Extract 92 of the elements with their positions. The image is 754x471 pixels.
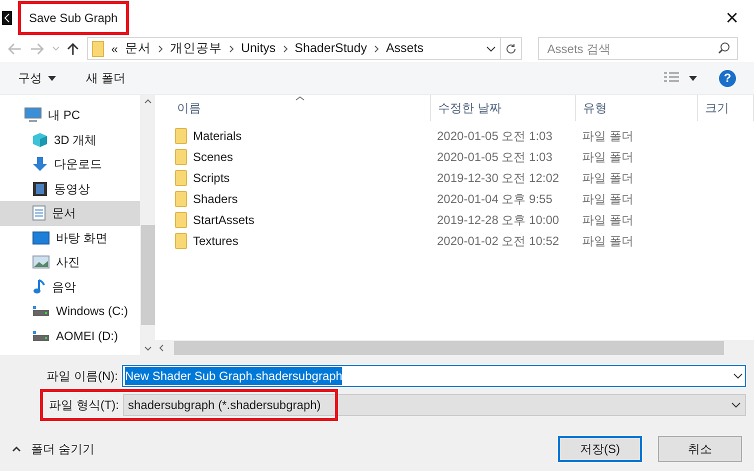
type-cell-text: 파일 폴더 — [581, 148, 634, 166]
file-name[interactable]: Materials — [193, 126, 242, 144]
document-icon — [32, 205, 46, 222]
forward-arrow-icon[interactable] — [30, 42, 44, 54]
folder-icon — [175, 148, 187, 164]
type-cell-text: 파일 폴더 — [581, 128, 634, 144]
sidebar-item[interactable]: 다운로드 — [0, 152, 140, 176]
caret-icon[interactable] — [689, 76, 697, 80]
refresh-icon — [504, 42, 517, 54]
organize-button[interactable]: 구성 — [18, 69, 56, 87]
file-name[interactable]: StartAssets — [193, 210, 254, 228]
sidebar-item[interactable]: 문서 — [0, 201, 140, 226]
chevron-down-icon — [733, 373, 743, 379]
save-button[interactable]: 저장(S) — [558, 436, 642, 462]
sidebar-item[interactable]: 동영상 — [0, 176, 140, 201]
overflow-marker[interactable]: « — [111, 40, 118, 58]
file-type-value[interactable]: shadersubgraph (*.shadersubgraph) — [123, 394, 335, 416]
drive-icon — [32, 330, 50, 342]
monitor-icon — [32, 230, 50, 245]
file-name-field[interactable]: New Shader Sub Graph.shadersubgraph — [122, 365, 746, 387]
file-name[interactable]: Shaders — [193, 190, 238, 208]
file-name-label: 파일 이름(N): — [46, 368, 119, 385]
breadcrumb-item[interactable]: 문서 — [124, 39, 151, 58]
search-field[interactable]: Assets 검색 — [538, 37, 738, 60]
file-name[interactable]: Scenes — [193, 148, 234, 166]
file-name[interactable]: Scripts — [193, 168, 230, 186]
chevron-up-icon — [144, 99, 152, 104]
breadcrumb-item[interactable]: Unitys — [240, 39, 276, 58]
close-button[interactable]: × — [712, 2, 752, 32]
refresh-button[interactable] — [500, 37, 522, 60]
file-name[interactable]: Textures — [193, 232, 238, 250]
type-cell-text: 파일 폴더 — [581, 232, 634, 250]
chevron-right-icon — [282, 44, 288, 52]
sidebar-item[interactable]: AOMEI (D:) — [0, 324, 140, 348]
search-icon — [718, 42, 730, 54]
date-cell-text: 2020-01-05 오전 1:03 — [436, 148, 554, 166]
sidebar-item[interactable]: 사진 — [0, 250, 140, 274]
cancel-button[interactable]: 취소 — [658, 436, 742, 462]
folder-icon — [175, 128, 187, 144]
type-cell-text: 파일 폴더 — [581, 190, 634, 208]
chevron-right-icon — [158, 44, 163, 52]
folder-icon — [92, 40, 104, 56]
date-cell-text: 2020-01-04 오후 9:55 — [436, 190, 554, 208]
folder-icon — [175, 170, 187, 186]
chevron-up-icon — [12, 446, 21, 452]
breadcrumb-item[interactable]: 개인공부 — [170, 39, 222, 58]
cube-icon — [32, 132, 48, 148]
back-arrow-icon[interactable] — [8, 42, 22, 54]
chevron-down-icon[interactable] — [52, 46, 60, 52]
breadcrumb-item[interactable]: ShaderStudy — [294, 39, 367, 58]
sidebar-item[interactable]: Windows (C:) — [0, 299, 140, 324]
up-arrow-icon[interactable] — [67, 42, 80, 56]
file-type-label: 파일 형식(T): — [49, 397, 120, 414]
date-cell-text: 2020-01-02 오전 10:52 — [436, 232, 560, 250]
film-icon — [32, 180, 48, 197]
chevron-down-icon — [731, 402, 741, 408]
address-bar[interactable]: « 문서 개인공부 Unitys ShaderStudy Assets — [87, 37, 501, 60]
down-arrow-icon — [32, 156, 48, 172]
chevron-down-icon — [486, 46, 496, 52]
computer-icon — [24, 107, 42, 124]
scrollbar-thumb[interactable] — [140, 225, 154, 325]
chevron-left-icon — [159, 344, 164, 352]
file-type-dropdown[interactable] — [338, 394, 746, 416]
hide-folders-button[interactable]: 폴더 숨기기 — [12, 440, 94, 458]
music-note-icon — [32, 278, 46, 295]
drive-icon — [32, 305, 50, 318]
sidebar-item[interactable]: 내 PC — [0, 103, 140, 128]
chevron-down-icon — [144, 346, 152, 351]
folder-icon — [175, 232, 187, 248]
column-header[interactable]: 이름 — [155, 95, 431, 121]
picture-icon — [32, 255, 50, 270]
caret-icon — [48, 76, 56, 80]
date-cell-text: 2020-01-05 오전 1:03 — [436, 128, 554, 144]
scrollbar[interactable] — [140, 95, 155, 355]
column-header[interactable]: 유형 — [576, 95, 698, 121]
date-cell-text: 2019-12-28 오후 10:00 — [436, 212, 560, 228]
new-folder-button[interactable]: 새 폴더 — [86, 69, 126, 87]
column-header[interactable]: 수정한 날짜 — [431, 95, 576, 121]
chevron-right-icon — [228, 44, 234, 52]
sidebar-item[interactable]: 3D 개체 — [0, 128, 140, 152]
type-cell-text: 파일 폴더 — [581, 170, 634, 186]
folder-icon — [175, 212, 187, 228]
breadcrumb-item[interactable]: Assets — [386, 39, 424, 58]
chevron-right-icon — [374, 44, 379, 52]
folder-icon — [175, 190, 187, 206]
column-header[interactable]: 크기 — [698, 95, 754, 121]
help-button[interactable]: ? — [719, 70, 736, 86]
date-cell-text: 2019-12-30 오전 12:02 — [436, 170, 560, 186]
sidebar-item[interactable]: 바탕 화면 — [0, 226, 140, 250]
type-cell-text: 파일 폴더 — [581, 212, 634, 228]
window-title: Save Sub Graph — [18, 0, 129, 34]
sidebar-item[interactable]: 음악 — [0, 274, 140, 299]
